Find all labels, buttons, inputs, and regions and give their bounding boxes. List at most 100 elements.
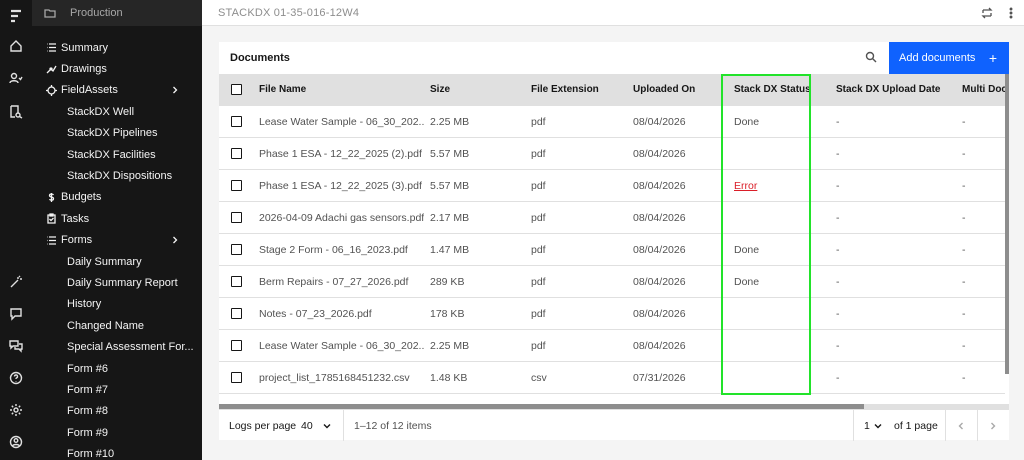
cell-file-name: Phase 1 ESA - 12_22_2025 (2).pdf: [259, 148, 422, 160]
cell-multi-document: -: [962, 116, 966, 128]
cell-uploaded-on: 08/04/2026: [633, 148, 686, 160]
list-icon: [45, 234, 57, 246]
next-page-icon[interactable]: [988, 421, 998, 431]
cell-file-extension: pdf: [531, 308, 546, 320]
column-header-uploaded-on[interactable]: Uploaded On: [633, 84, 695, 95]
table-row[interactable]: Phase 1 ESA - 12_22_2025 (3).pdf 5.57 MB p…: [219, 170, 1005, 202]
column-header-size[interactable]: Size: [430, 84, 450, 95]
sidebar-item-label: Form #9: [67, 426, 108, 439]
row-checkbox[interactable]: [231, 244, 242, 255]
sidebar-item-stackdx-well[interactable]: StackDX Well: [32, 101, 194, 122]
table-row[interactable]: Stage 2 Form - 06_16_2023.pdf 1.47 MB pdf 0…: [219, 234, 1005, 266]
sidebar-item-label: Form #8: [67, 405, 108, 418]
settings-gear-icon[interactable]: [8, 402, 24, 418]
app-logo-icon[interactable]: [8, 8, 24, 24]
cell-stackdx-upload-date: -: [836, 372, 840, 384]
sidebar-item-form-6[interactable]: Form #6: [32, 358, 194, 379]
row-checkbox[interactable]: [231, 148, 242, 159]
sidebar-item-form-8[interactable]: Form #8: [32, 401, 194, 422]
pager-divider: [343, 410, 344, 441]
cell-file-extension: pdf: [531, 148, 546, 160]
table-row[interactable]: Berm Repairs - 07_27_2026.pdf 289 KB pdf 08…: [219, 266, 1005, 298]
cell-stackdx-status: Done: [734, 244, 760, 256]
page-select[interactable]: 1: [864, 420, 870, 432]
column-header-stackdx-status[interactable]: Stack DX Status: [734, 84, 811, 95]
sidebar-nav: Production Summary Drawings FieldAssets Sta…: [32, 0, 202, 460]
previous-page-icon[interactable]: [956, 421, 966, 431]
row-checkbox[interactable]: [231, 180, 242, 191]
sidebar-item-daily-summary-report[interactable]: Daily Summary Report: [32, 272, 194, 293]
chat-icon[interactable]: [8, 306, 24, 322]
swap-icon[interactable]: [980, 6, 994, 20]
sidebar-item-tasks[interactable]: Tasks: [32, 208, 194, 229]
sidebar-item-changed-name[interactable]: Changed Name: [32, 315, 194, 336]
pager-divider: [945, 410, 946, 441]
column-header-file-name[interactable]: File Name: [259, 84, 306, 95]
documents-card: Documents Add documents + File Name Size…: [219, 42, 1009, 441]
table-row[interactable]: Lease Water Sample - 06_30_202... 2.25 MB…: [219, 106, 1005, 138]
comments-icon[interactable]: [8, 338, 24, 354]
row-checkbox[interactable]: [231, 276, 242, 287]
table-header: File Name Size File Extension Uploaded O…: [219, 74, 1005, 106]
sidebar-item-form-7[interactable]: Form #7: [32, 379, 194, 400]
sidebar-item-label: StackDX Pipelines: [67, 127, 158, 140]
sidebar-item-stackdx-pipelines[interactable]: StackDX Pipelines: [32, 123, 194, 144]
search-icon[interactable]: [865, 51, 879, 65]
row-checkbox[interactable]: [231, 212, 242, 223]
row-checkbox[interactable]: [231, 340, 242, 351]
sidebar-item-stackdx-facilities[interactable]: StackDX Facilities: [32, 144, 194, 165]
clipboard-icon: [45, 213, 57, 225]
sidebar-item-history[interactable]: History: [32, 294, 194, 315]
user-access-icon[interactable]: [8, 70, 24, 86]
sidebar-item-summary[interactable]: Summary: [32, 37, 194, 58]
cell-file-extension: csv: [531, 372, 547, 384]
sidebar-item-form-10[interactable]: Form #10: [32, 444, 194, 460]
table-row[interactable]: Notes - 07_23_2026.pdf 178 KB pdf 08/04/202…: [219, 298, 1005, 330]
cell-stackdx-status[interactable]: Error: [734, 180, 814, 192]
sidebar-item-budgets[interactable]: Budgets: [32, 187, 194, 208]
chevron-right-icon[interactable]: [170, 85, 180, 95]
cell-file-name: 2026-04-09 Adachi gas sensors.pdf: [259, 212, 424, 224]
sidebar-item-stackdx-dispositions[interactable]: StackDX Dispositions: [32, 165, 194, 186]
table-row[interactable]: Phase 1 ESA - 12_22_2025 (2).pdf 5.57 MB p…: [219, 138, 1005, 170]
chevron-right-icon[interactable]: [170, 235, 180, 245]
add-documents-button[interactable]: Add documents +: [889, 42, 1009, 74]
cell-file-name: Stage 2 Form - 06_16_2023.pdf: [259, 244, 408, 256]
row-checkbox[interactable]: [231, 372, 242, 383]
sidebar-item-label: History: [67, 298, 102, 311]
column-header-file-extension[interactable]: File Extension: [531, 84, 599, 95]
sidebar-item-label: Form #6: [67, 362, 108, 375]
column-header-stackdx-upload-date[interactable]: Stack DX Upload Date: [836, 84, 940, 95]
sidebar-item-daily-summary[interactable]: Daily Summary: [32, 251, 194, 272]
magic-wand-icon[interactable]: [8, 274, 24, 290]
chevron-down-icon[interactable]: [873, 421, 883, 431]
column-header-multi-document[interactable]: Multi Docu: [962, 84, 1005, 95]
sidebar-item-drawings[interactable]: Drawings: [32, 58, 194, 79]
cell-multi-document: -: [962, 148, 966, 160]
per-page-select[interactable]: 40: [301, 420, 313, 432]
home-icon[interactable]: [8, 38, 24, 54]
table-row[interactable]: Lease Water Sample - 06_30_202... 2.25 MB…: [219, 330, 1005, 362]
cell-uploaded-on: 08/04/2026: [633, 276, 686, 288]
sidebar-item-form-9[interactable]: Form #9: [32, 422, 194, 443]
list-icon: [45, 42, 57, 54]
document-search-icon[interactable]: [8, 104, 24, 120]
chevron-down-icon[interactable]: [322, 421, 332, 431]
row-checkbox[interactable]: [231, 116, 242, 127]
sidebar-item-fieldassets[interactable]: FieldAssets: [32, 80, 194, 101]
cell-multi-document: -: [962, 212, 966, 224]
table-row[interactable]: 2026-04-09 Adachi gas sensors.pdf 2.17 MB…: [219, 202, 1005, 234]
select-all-checkbox[interactable]: [231, 84, 242, 95]
row-checkbox[interactable]: [231, 308, 242, 319]
items-range: 1–12 of 12 items: [354, 420, 432, 432]
sidebar-item-forms[interactable]: Forms: [32, 230, 194, 251]
overflow-menu-icon[interactable]: [1004, 6, 1018, 20]
help-icon[interactable]: [8, 370, 24, 386]
folder-icon: [44, 9, 56, 18]
context-switcher[interactable]: Production: [32, 0, 202, 26]
sidebar-item-special-assessment-for[interactable]: Special Assessment For...: [32, 337, 194, 358]
table-vertical-scrollbar[interactable]: [1005, 74, 1009, 374]
table-row[interactable]: project_list_1785168451232.csv 1.48 KB csv…: [219, 362, 1005, 394]
user-profile-icon[interactable]: [8, 434, 24, 450]
cell-file-extension: pdf: [531, 276, 546, 288]
